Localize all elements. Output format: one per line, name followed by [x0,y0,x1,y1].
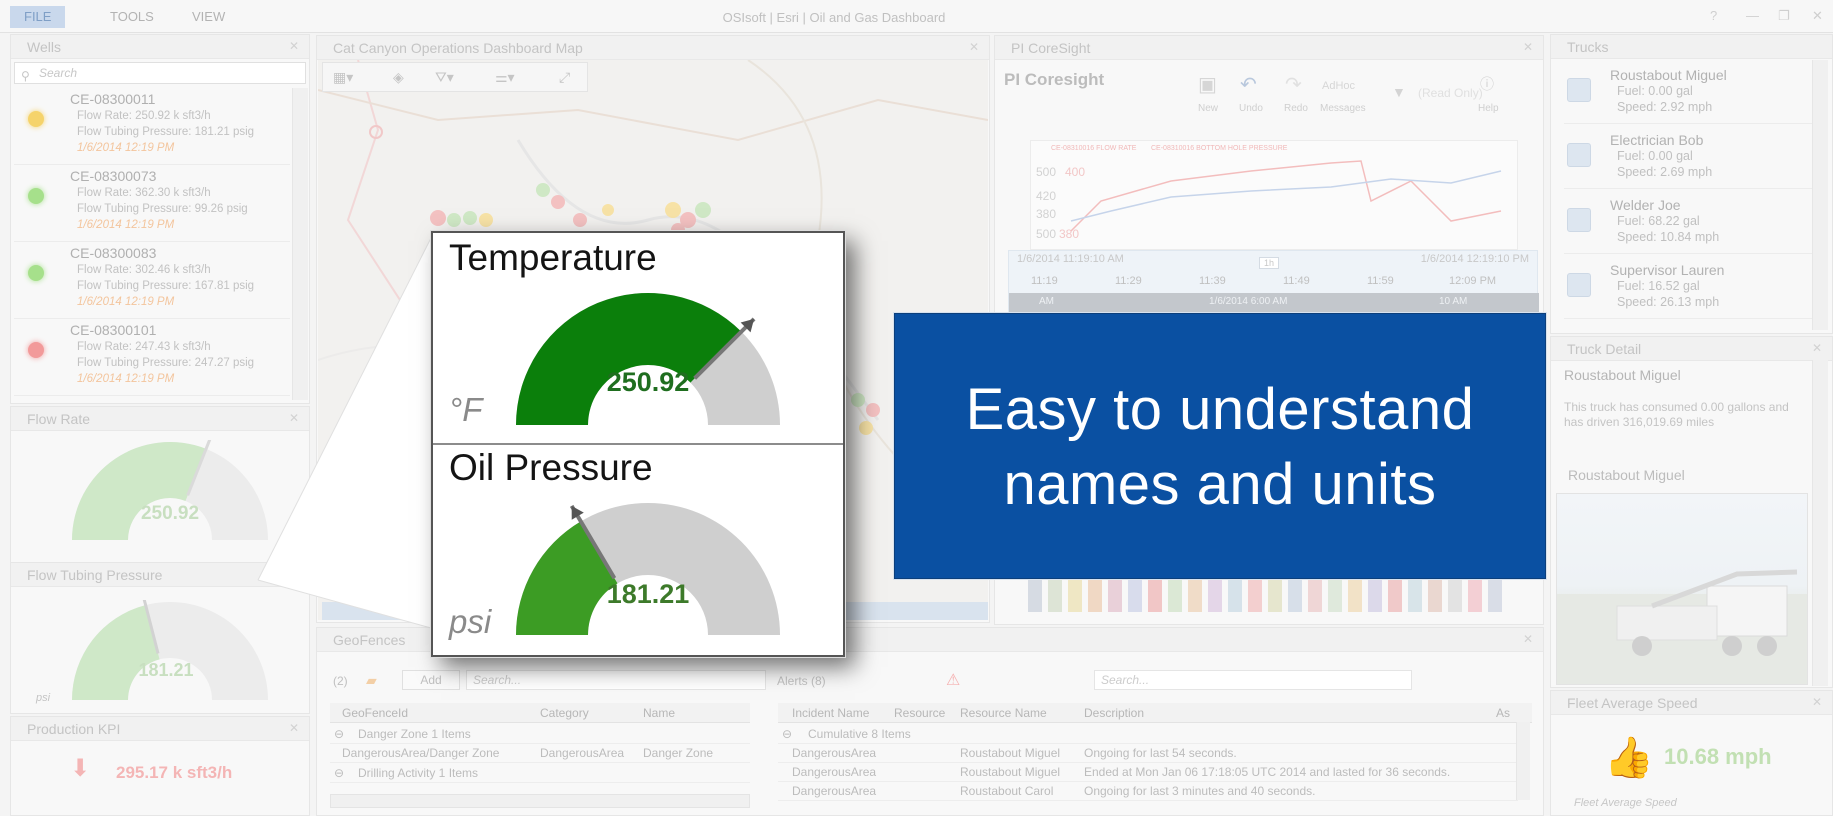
temperature-value: 250.92 [606,367,690,397]
zoomed-gauges-callout: Temperature 250.92 °F Oil Pressure 181.2… [431,231,845,657]
oil-pressure-title: Oil Pressure [449,447,653,488]
callout-divider [433,443,843,445]
app-window: FILE TOOLS VIEW OSIsoft | Esri | Oil and… [0,0,1833,816]
temperature-unit: °F [449,391,483,428]
feature-banner: Easy to understand names and units [894,313,1546,579]
banner-text: Easy to understand names and units [895,372,1545,522]
temperature-title: Temperature [449,237,657,278]
banner-line-2: names and units [1003,452,1437,517]
oil-pressure-gauge [516,503,780,635]
oil-pressure-value: 181.21 [606,579,690,609]
temperature-gauge [516,293,780,425]
oil-pressure-unit: psi [449,603,492,640]
banner-line-1: Easy to understand [965,377,1475,442]
